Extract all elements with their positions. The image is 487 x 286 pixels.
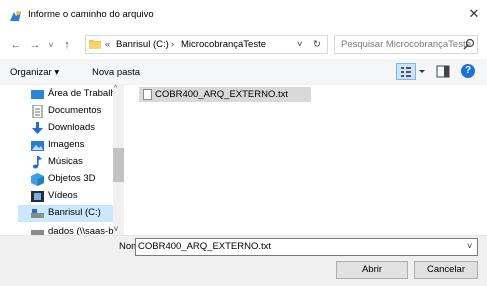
- sidebar-item-label: Área de Trabalho: [48, 88, 121, 99]
- refresh-icon[interactable]: ↻: [313, 39, 321, 50]
- cube-icon: [31, 173, 44, 186]
- network-drive-icon: [31, 230, 44, 235]
- new-folder-button[interactable]: Nova pasta: [92, 67, 140, 78]
- open-button[interactable]: Abrir: [336, 261, 408, 279]
- history-chevron-icon[interactable]: ˅: [44, 38, 58, 52]
- cancel-button[interactable]: Cancelar: [414, 261, 478, 279]
- sidebar-item-network-drive[interactable]: dados (\\saas-b: [18, 222, 118, 235]
- scroll-up-icon[interactable]: ^: [114, 85, 117, 92]
- search-placeholder: Pesquisar MicrocobrançaTeste: [341, 39, 471, 50]
- sidebar-item-label: Downloads: [48, 122, 95, 133]
- help-button[interactable]: ?: [461, 64, 475, 78]
- music-icon: [32, 156, 42, 169]
- view-options-button[interactable]: [396, 63, 416, 80]
- breadcrumb-separator: ›: [171, 39, 175, 50]
- folder-icon: [89, 40, 101, 49]
- image-icon: [31, 141, 44, 151]
- close-button[interactable]: ✕: [466, 6, 482, 22]
- sidebar-item-downloads[interactable]: Downloads: [18, 120, 118, 137]
- forward-arrow-icon[interactable]: →: [28, 38, 42, 52]
- sidebar-item-desktop[interactable]: Área de Trabalho: [18, 86, 121, 103]
- sidebar-item-drive-c[interactable]: Banrisul (C:): [18, 205, 118, 222]
- desktop-icon: [31, 90, 44, 99]
- preview-pane-icon[interactable]: [436, 65, 450, 78]
- sidebar-item-label: Documentos: [48, 105, 102, 116]
- address-dropdown-icon[interactable]: ˅: [297, 39, 303, 50]
- sidebar-item-label: Vídeos: [48, 190, 78, 201]
- breadcrumb-item[interactable]: MicrocobrançaTeste: [181, 39, 266, 50]
- sidebar-item-label: dados (\\saas-b: [48, 226, 114, 235]
- sidebar-item-label: Músicas: [48, 156, 83, 167]
- sidebar-item-label: Objetos 3D: [48, 173, 96, 184]
- breadcrumb-overflow[interactable]: «: [105, 39, 110, 50]
- text-file-icon: [143, 89, 152, 100]
- sidebar-item-3d-objects[interactable]: Objetos 3D: [18, 171, 118, 188]
- view-dropdown-icon[interactable]: [416, 63, 428, 80]
- chevron-down-icon: [419, 70, 425, 73]
- search-icon[interactable]: [463, 38, 475, 50]
- sidebar-item-videos[interactable]: Vídeos: [18, 188, 118, 205]
- sidebar-item-label: Banrisul (C:): [48, 207, 101, 218]
- window-title: Informe o caminho do arquivo: [28, 9, 154, 20]
- organize-button[interactable]: Organizar ▾: [10, 67, 59, 78]
- document-icon: [32, 105, 43, 118]
- sidebar-item-documents[interactable]: Documentos: [18, 103, 118, 120]
- scroll-down-icon[interactable]: v: [114, 224, 118, 233]
- chevron-down-icon[interactable]: ˅: [467, 241, 472, 251]
- sidebar-item-music[interactable]: Músicas: [18, 154, 118, 171]
- sidebar-item-label: Imagens: [48, 139, 85, 150]
- breadcrumb-item[interactable]: Banrisul (C:): [116, 39, 169, 50]
- back-arrow-icon[interactable]: ←: [9, 38, 23, 52]
- app-icon: [10, 11, 21, 21]
- scrollbar-thumb[interactable]: [113, 148, 124, 182]
- file-name-value: COBR400_ARQ_EXTERNO.txt: [138, 241, 272, 252]
- file-name: COBR400_ARQ_EXTERNO.txt: [155, 89, 289, 100]
- download-icon: [32, 122, 43, 134]
- view-list-icon: [401, 67, 411, 77]
- up-arrow-icon[interactable]: ↑: [60, 38, 74, 52]
- drive-icon: [31, 209, 44, 218]
- video-icon: [31, 191, 44, 202]
- sidebar-item-images[interactable]: Imagens: [18, 137, 118, 154]
